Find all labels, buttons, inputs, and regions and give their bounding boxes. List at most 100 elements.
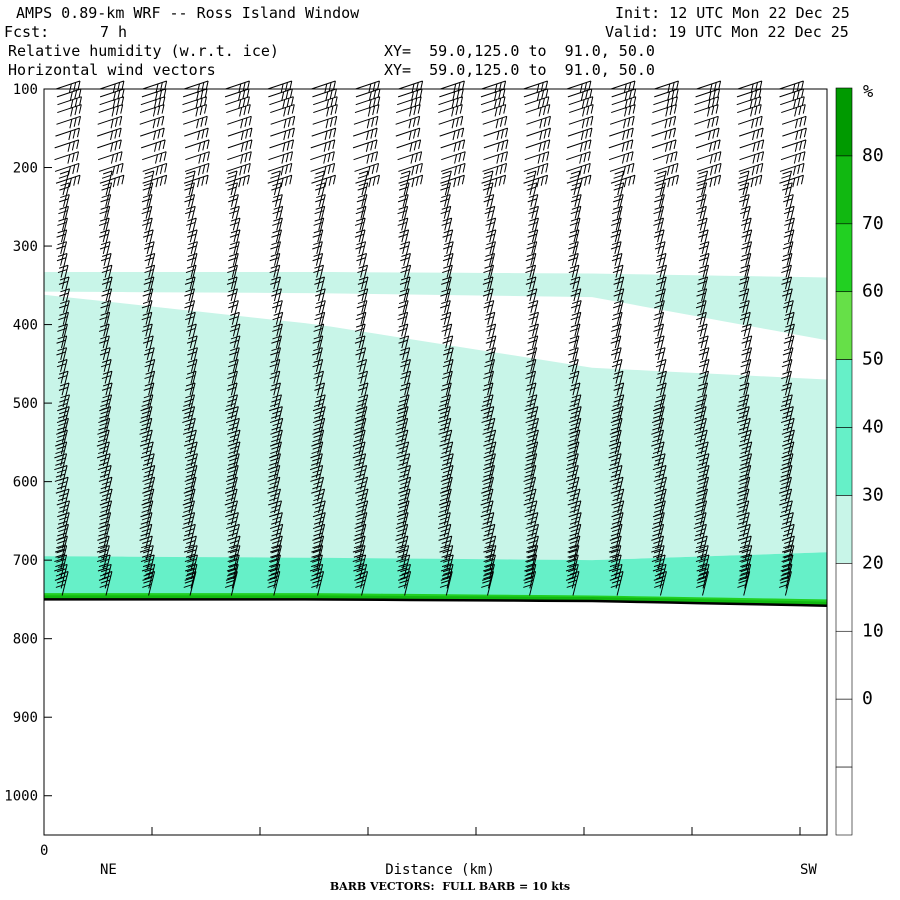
wind-barb [737, 80, 763, 93]
wind-barb [611, 88, 637, 101]
wind-barb [736, 88, 762, 101]
wind-barb [480, 88, 506, 101]
wind-barb [398, 80, 424, 93]
wind-barb [526, 127, 551, 141]
wind-barb [440, 139, 466, 152]
y-tick-label: 600 [13, 475, 38, 491]
wind-barb [142, 80, 168, 93]
colorbar-bin [835, 359, 853, 428]
wind-barb [568, 115, 594, 129]
wind-barb [313, 96, 338, 109]
wind-barb [695, 88, 721, 101]
wind-barb [56, 115, 81, 129]
wind-barb [483, 139, 509, 152]
wind-barb [397, 151, 423, 164]
wind-barb [483, 151, 508, 164]
wind-barb [566, 151, 591, 164]
wind-barb [55, 127, 80, 141]
wind-barb [483, 127, 509, 141]
wind-barb [524, 151, 550, 164]
wind-barb [395, 127, 421, 141]
wind-barb [97, 151, 123, 164]
wind-barb [780, 151, 806, 164]
wind-barb [54, 139, 80, 152]
wind-barb [97, 127, 122, 141]
wind-barb [525, 139, 551, 152]
wind-barb [140, 96, 166, 109]
wind-barb [652, 104, 677, 117]
wind-barb [569, 104, 594, 117]
colorbar-bin [835, 291, 853, 360]
wind-barb [99, 80, 125, 93]
y-tick-label: 400 [13, 318, 38, 334]
cross-section-chart: 1002003004005006007008009001000 0 NE Dis… [4, 80, 884, 878]
wind-barb [395, 115, 421, 129]
wind-barb [781, 139, 807, 152]
colorbar-bin [835, 563, 853, 632]
wind-barb [226, 104, 251, 117]
wind-barb [653, 96, 678, 109]
wind-barb [311, 127, 337, 141]
wind-barb [739, 151, 765, 164]
wind-barb [738, 115, 763, 129]
y-tick-label: 1000 [4, 789, 38, 805]
wind-barb [397, 96, 422, 109]
wind-barb [396, 104, 421, 117]
wind-barb [227, 139, 253, 152]
wind-barb [481, 104, 507, 117]
wind-barb [566, 162, 591, 176]
colorbar-bin [835, 87, 853, 157]
wind-barb [183, 80, 209, 93]
wind-barb [608, 139, 634, 152]
wind-barb [354, 162, 380, 176]
wind-barb [184, 127, 209, 141]
wind-barb [54, 162, 80, 176]
wind-barb [140, 127, 165, 141]
wind-barb [183, 115, 208, 129]
wind-barb [182, 88, 208, 101]
y-tick-label: 100 [13, 82, 38, 98]
rh-region-mid-moist-layer [44, 294, 827, 561]
y-tick-label: 500 [13, 396, 38, 412]
wind-barb [651, 127, 676, 141]
wind-barb [182, 104, 208, 117]
x-axis-title: Distance (km) [385, 862, 495, 878]
rh-fill-layer [44, 271, 827, 606]
wind-barb [694, 96, 720, 109]
wind-barb [525, 104, 551, 117]
colorbar-label: 70 [862, 213, 884, 234]
wind-barb [781, 104, 806, 117]
wind-barb [139, 104, 165, 117]
wind-barb [696, 151, 722, 164]
wind-barb [397, 88, 423, 101]
wind-barb [98, 104, 124, 117]
wind-barb [739, 139, 765, 152]
wind-barb [355, 96, 381, 109]
colorbar-label: 80 [862, 145, 884, 166]
wind-barb [609, 162, 635, 176]
colorbar-bin [835, 427, 853, 496]
wind-barb [227, 127, 253, 141]
wind-barb [310, 151, 335, 164]
colorbar-unit: % [863, 82, 873, 102]
wind-barb [651, 139, 677, 152]
y-tick-label: 900 [13, 710, 38, 726]
wind-barb [438, 96, 464, 109]
wind-barb [696, 80, 722, 93]
wind-barb [184, 139, 210, 152]
x-axis-ne-label: NE [100, 862, 117, 878]
wind-barb [270, 127, 295, 141]
colorbar-bin [835, 698, 853, 768]
colorbar-label: 0 [862, 688, 873, 709]
barb-legend: BARB VECTORS: FULL BARB = 10 kts [329, 880, 571, 893]
y-tick-label: 700 [13, 553, 38, 569]
wind-barb [227, 151, 252, 164]
colorbar-bin [835, 495, 853, 564]
wind-barb [695, 139, 721, 152]
wind-barb [611, 96, 637, 109]
wind-barb [439, 127, 465, 141]
y-tick-label: 200 [13, 161, 38, 177]
colorbar-bin [835, 223, 853, 293]
wind-barb [609, 127, 634, 141]
colorbar-label: 30 [862, 484, 884, 505]
